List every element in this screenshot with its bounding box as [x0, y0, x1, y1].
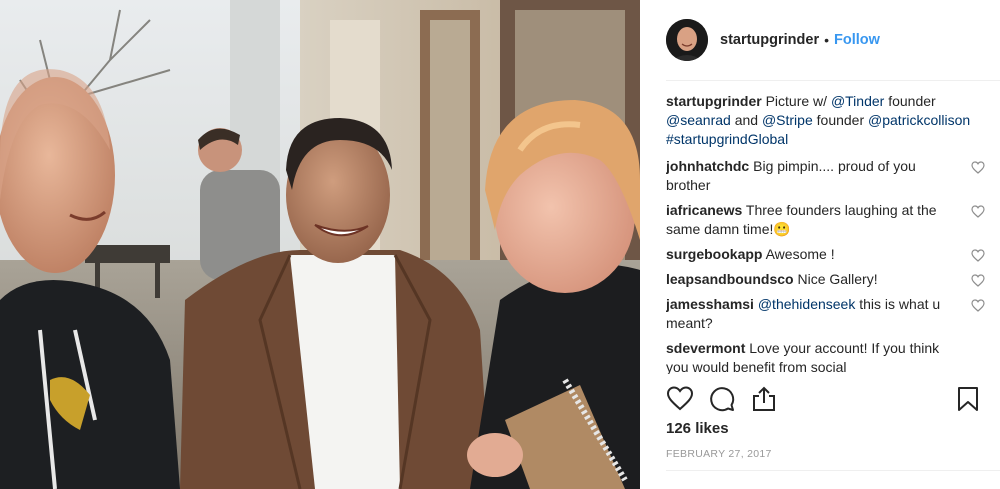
- save-button[interactable]: [954, 385, 982, 413]
- comments-list[interactable]: startupgrinder Picture w/ @Tinder founde…: [666, 92, 986, 374]
- post-header: startupgrinder • Follow: [640, 0, 1000, 80]
- comment-username[interactable]: leapsandboundsco: [666, 271, 794, 287]
- avatar-icon: [666, 19, 708, 61]
- comment-username[interactable]: jamesshamsi: [666, 296, 754, 312]
- comment-text: Nice Gallery!: [797, 271, 878, 287]
- comment-like-button[interactable]: [971, 161, 985, 174]
- heart-icon: [971, 249, 985, 262]
- comment-button[interactable]: [708, 385, 736, 413]
- mention-link[interactable]: @thehidenseek: [758, 296, 856, 312]
- comment-text: Awesome !: [765, 246, 835, 262]
- comment-item: leapsandboundsco Nice Gallery!: [666, 270, 986, 289]
- comment-item: jamesshamsi @thehidenseek this is what u…: [666, 295, 986, 333]
- comment-username[interactable]: surgebookapp: [666, 246, 762, 262]
- bookmark-icon: [958, 387, 978, 411]
- post-date: FEBRUARY 27, 2017: [666, 448, 772, 460]
- mention-link[interactable]: @Tinder: [831, 93, 884, 109]
- comment-item: sdevermont Love your account! If you thi…: [666, 339, 986, 374]
- action-bar: [666, 383, 982, 415]
- comment-text: founder: [884, 93, 936, 109]
- like-button[interactable]: [666, 385, 694, 413]
- heart-icon: [971, 205, 985, 218]
- follow-button[interactable]: Follow: [834, 32, 880, 48]
- heart-icon: [971, 161, 985, 174]
- comment-username[interactable]: johnhatchdc: [666, 158, 749, 174]
- comment-text: founder: [812, 112, 869, 128]
- mention-link[interactable]: @seanrad: [666, 112, 731, 128]
- mention-link[interactable]: #startupgrindGlobal: [666, 131, 788, 147]
- comment-item: johnhatchdc Big pimpin.... proud of you …: [666, 157, 986, 195]
- comment-like-button[interactable]: [971, 249, 985, 262]
- caption-username[interactable]: startupgrinder: [666, 93, 762, 109]
- share-icon: [753, 386, 775, 411]
- header-username[interactable]: startupgrinder: [720, 32, 819, 48]
- comment-username[interactable]: sdevermont: [666, 340, 745, 356]
- comment-like-button[interactable]: [971, 274, 985, 287]
- heart-icon: [666, 386, 694, 411]
- post-photo-illustration: [0, 0, 640, 489]
- profile-avatar[interactable]: [666, 19, 708, 61]
- mention-link[interactable]: @Stripe: [762, 112, 813, 128]
- heart-icon: [971, 274, 985, 287]
- share-button[interactable]: [750, 385, 778, 413]
- comment-text: and: [730, 112, 762, 128]
- comment-like-button[interactable]: [971, 205, 985, 218]
- post-caption: startupgrinder Picture w/ @Tinder founde…: [666, 92, 986, 149]
- likes-count[interactable]: 126 likes: [666, 420, 729, 437]
- comment-icon: [710, 387, 735, 412]
- comment-item: surgebookapp Awesome !: [666, 245, 986, 264]
- comment-item: iafricanews Three founders laughing at t…: [666, 201, 986, 239]
- comment-text: Picture w/: [765, 93, 831, 109]
- post-side-panel: startupgrinder • Follow startupgrinder P…: [640, 0, 1000, 489]
- header-divider: [666, 80, 1000, 81]
- header-separator: •: [824, 32, 829, 48]
- heart-icon: [971, 299, 985, 312]
- footer-divider: [666, 470, 1000, 471]
- comment-username[interactable]: iafricanews: [666, 202, 742, 218]
- post-photo[interactable]: [0, 0, 640, 489]
- mention-link[interactable]: @patrickcollison: [868, 112, 970, 128]
- comment-like-button[interactable]: [971, 299, 985, 312]
